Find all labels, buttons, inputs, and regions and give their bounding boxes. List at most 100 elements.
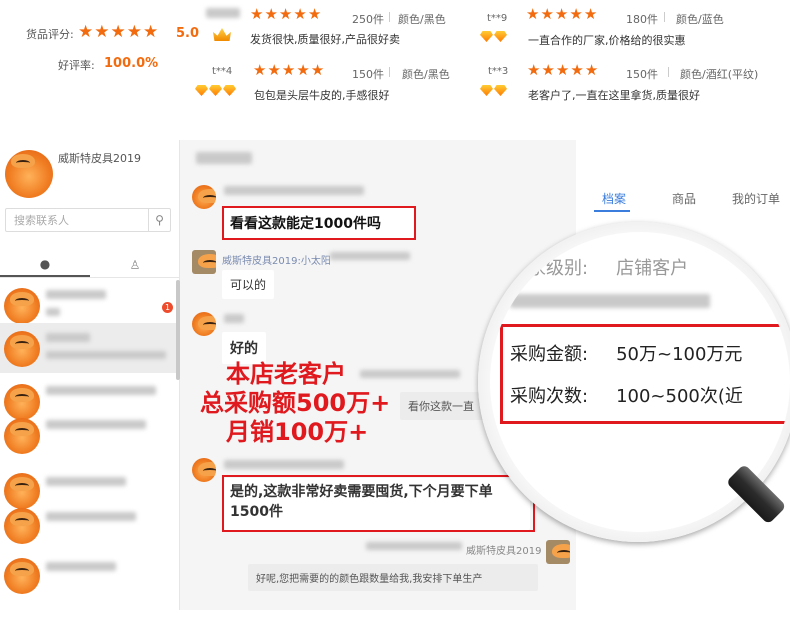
- star-icon: ★: [94, 22, 110, 42]
- star-icon: ★: [540, 5, 554, 23]
- contact-avatar: [4, 558, 40, 594]
- star-icon: ★: [110, 22, 126, 42]
- highlight-box: [222, 475, 535, 532]
- contact-avatar: [4, 418, 40, 454]
- lens-row: 买家级别: 店铺客户: [510, 254, 688, 280]
- review-color: 颜色/酒红(平纹): [680, 68, 759, 81]
- star-icon: ★: [555, 61, 570, 79]
- tab-contacts-icon[interactable]: ♙: [90, 252, 180, 277]
- diamond-badge-icon: [195, 85, 236, 96]
- star-icon: ★: [250, 5, 264, 23]
- review-stars: ★ ★ ★ ★ ★: [250, 7, 321, 22]
- buyer-avatar: [192, 312, 216, 336]
- contact-item[interactable]: [0, 410, 176, 460]
- message-text: 好的: [230, 341, 258, 357]
- masked-sender-time: [224, 460, 344, 469]
- review-stars: ★ ★ ★ ★ ★: [526, 7, 597, 22]
- star-icon: ★: [78, 22, 94, 42]
- masked-contact-name: [46, 512, 136, 521]
- review-count: 150件: [626, 68, 658, 81]
- masked-chat-title: [196, 152, 252, 164]
- star-icon: ★: [143, 22, 159, 42]
- active-tab-indicator: [594, 210, 630, 212]
- masked-contact-name: [46, 290, 106, 299]
- message-text: 看你这款一直: [408, 400, 474, 413]
- sidebar-tabs: ● ♙: [0, 252, 180, 278]
- masked-preview: [46, 351, 166, 359]
- star-icon: ★: [126, 22, 142, 42]
- star-icon: ★: [554, 5, 569, 23]
- diamond-badge-icon: [480, 31, 507, 42]
- highlight-box: [222, 206, 416, 240]
- star-icon: ★: [526, 5, 540, 23]
- diamond-badge-icon: [480, 85, 507, 96]
- review-text: 一直合作的厂家,价格给的很实惠: [528, 34, 686, 47]
- review-text: 发货很快,质量很好,产品很好卖: [250, 33, 400, 46]
- star-icon: ★: [267, 61, 281, 79]
- masked-preview: [46, 308, 60, 316]
- lens-label: 买家级别:: [510, 258, 589, 279]
- masked-contact-name: [46, 420, 146, 429]
- masked-contact-name: [46, 333, 90, 342]
- star-icon: ★: [527, 61, 541, 79]
- annotation-line: 总采购额500万+: [200, 389, 391, 417]
- crown-icon: [213, 28, 231, 41]
- tab-products[interactable]: 商品: [672, 190, 696, 207]
- star-icon: ★: [293, 5, 307, 23]
- chat-bubble: 看你这款一直: [400, 392, 490, 420]
- contact-sidebar: 威斯特皮具2019 搜索联系人 ⚲ ● ♙ 1: [0, 140, 180, 610]
- masked-contact-name: [46, 562, 116, 571]
- chat-bubble: 可以的: [222, 270, 275, 299]
- review-count: 180件: [626, 13, 658, 26]
- score-value: 5.0: [176, 26, 200, 41]
- review-count: 150件: [352, 68, 384, 81]
- review-summary: 货品评分: ★ ★ ★ ★ ★ 5.0 好评率: 100.0% ★ ★ ★ ★ ★ 250件 颜…: [0, 0, 790, 110]
- buyer-avatar: [192, 458, 216, 482]
- masked-username: [206, 8, 240, 18]
- masked-sender-time: [224, 186, 364, 195]
- star-icon: ★: [296, 61, 310, 79]
- annotation-line: 本店老客户: [226, 360, 346, 388]
- contact-item-selected[interactable]: [0, 323, 176, 373]
- seller-avatar: [546, 540, 570, 564]
- score-stars: ★ ★ ★ ★ ★: [78, 24, 158, 41]
- tab-profile[interactable]: 档案: [602, 190, 626, 207]
- contact-avatar: [4, 508, 40, 544]
- contact-item[interactable]: [0, 500, 176, 550]
- search-placeholder: 搜索联系人: [14, 214, 69, 227]
- rate-value: 100.0%: [104, 56, 159, 71]
- star-icon: ★: [584, 61, 599, 79]
- tab-my-orders[interactable]: 我的订单: [732, 190, 780, 207]
- rate-label: 好评率:: [58, 59, 95, 72]
- review-user: t**3: [488, 66, 509, 77]
- review-stars: ★ ★ ★ ★ ★: [253, 63, 324, 78]
- star-icon: ★: [310, 61, 325, 79]
- star-icon: ★: [278, 5, 293, 23]
- sender-name: 威斯特皮具2019:小太阳: [222, 256, 331, 267]
- tab-recent-chats-icon[interactable]: ●: [0, 252, 90, 277]
- chat-bubble: 好呢,您把需要的的颜色跟数量给我,我安排下单生产: [248, 564, 538, 591]
- star-icon: ★: [253, 61, 267, 79]
- contact-avatar: [4, 288, 40, 324]
- star-icon: ★: [307, 5, 322, 23]
- score-label: 货品评分:: [26, 28, 74, 41]
- masked-contact-name: [46, 386, 156, 395]
- star-icon: ★: [569, 5, 583, 23]
- review-color: 颜色/蓝色: [676, 13, 724, 26]
- star-icon: ★: [583, 5, 598, 23]
- seller-avatar: [192, 250, 216, 274]
- review-color: 颜色/黑色: [402, 68, 450, 81]
- shop-name: 威斯特皮具2019: [58, 152, 141, 165]
- divider: [664, 12, 665, 22]
- search-icon[interactable]: ⚲: [148, 209, 170, 231]
- review-count: 250件: [352, 13, 384, 26]
- review-text: 包包是头层牛皮的,手感很好: [254, 89, 390, 102]
- buyer-avatar: [192, 185, 216, 209]
- star-icon: ★: [264, 5, 278, 23]
- contact-avatar: [4, 331, 40, 367]
- review-user: t**9: [487, 13, 508, 24]
- contact-item[interactable]: [0, 550, 176, 600]
- contact-search-input[interactable]: 搜索联系人 ⚲: [5, 208, 171, 232]
- star-icon: ★: [281, 61, 296, 79]
- divider: [389, 67, 390, 77]
